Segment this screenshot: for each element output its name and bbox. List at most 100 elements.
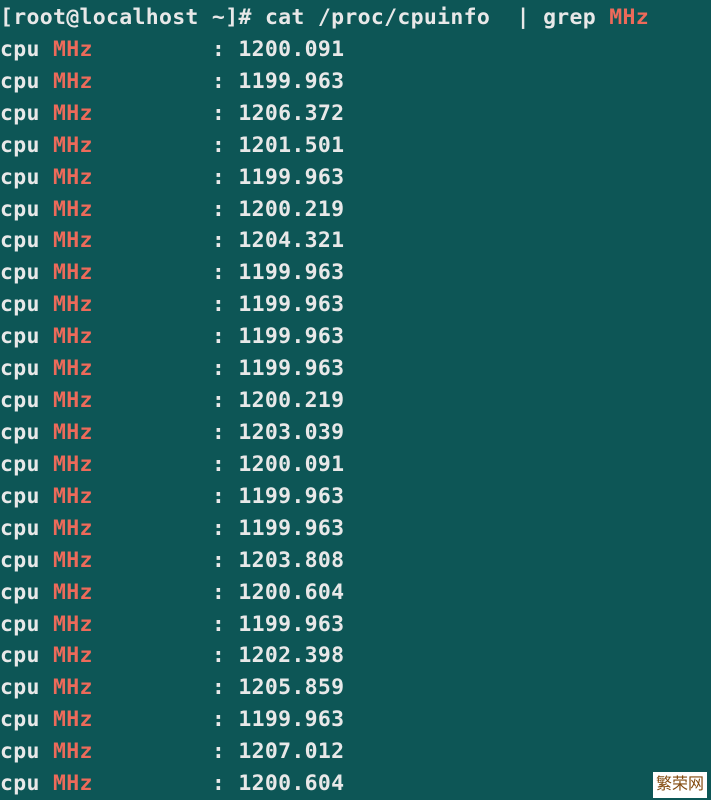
mhz-label: MHz [53, 739, 93, 764]
field-label: cpu [0, 165, 53, 190]
output-row: cpu MHz : 1199.963 [0, 257, 711, 289]
separator: : [93, 133, 239, 158]
watermark: 繁荣网 [653, 772, 707, 798]
separator: : [93, 580, 239, 605]
field-label: cpu [0, 452, 53, 477]
frequency-value: 1203.039 [238, 420, 344, 445]
frequency-value: 1200.604 [238, 771, 344, 796]
separator: : [93, 101, 239, 126]
output-row: cpu MHz : 1204.321 [0, 225, 711, 257]
prompt-host: localhost [79, 5, 198, 30]
separator: : [93, 356, 239, 381]
separator: : [93, 643, 239, 668]
mhz-label: MHz [53, 260, 93, 285]
separator: : [93, 165, 239, 190]
separator: : [93, 388, 239, 413]
mhz-label: MHz [53, 197, 93, 222]
output-row: cpu MHz : 1203.808 [0, 545, 711, 577]
output-row: cpu MHz : 1205.859 [0, 672, 711, 704]
frequency-value: 1199.963 [238, 516, 344, 541]
frequency-value: 1199.963 [238, 165, 344, 190]
mhz-label: MHz [53, 165, 93, 190]
frequency-value: 1199.963 [238, 707, 344, 732]
frequency-value: 1200.604 [238, 580, 344, 605]
output-row: cpu MHz : 1200.219 [0, 385, 711, 417]
separator: : [93, 771, 239, 796]
output-row: cpu MHz : 1199.963 [0, 481, 711, 513]
separator: : [93, 292, 239, 317]
mhz-label: MHz [53, 580, 93, 605]
separator: : [93, 228, 239, 253]
mhz-label: MHz [53, 516, 93, 541]
field-label: cpu [0, 420, 53, 445]
field-label: cpu [0, 580, 53, 605]
field-label: cpu [0, 69, 53, 94]
field-label: cpu [0, 101, 53, 126]
frequency-value: 1199.963 [238, 612, 344, 637]
prompt-user: root [13, 5, 66, 30]
command-text: cat /proc/cpuinfo | grep [265, 5, 609, 30]
output-row: cpu MHz : 1206.372 [0, 98, 711, 130]
field-label: cpu [0, 739, 53, 764]
output-row: cpu MHz : 1199.963 [0, 609, 711, 641]
field-label: cpu [0, 612, 53, 637]
output-row: cpu MHz : 1200.219 [0, 194, 711, 226]
separator: : [93, 197, 239, 222]
separator: : [93, 675, 239, 700]
mhz-label: MHz [53, 133, 93, 158]
mhz-label: MHz [53, 771, 93, 796]
frequency-value: 1199.963 [238, 324, 344, 349]
field-label: cpu [0, 197, 53, 222]
command-prompt-line: [root@localhost ~]# cat /proc/cpuinfo | … [0, 2, 711, 34]
separator: : [93, 324, 239, 349]
mhz-label: MHz [53, 101, 93, 126]
output-row: cpu MHz : 1199.963 [0, 513, 711, 545]
mhz-label: MHz [53, 452, 93, 477]
frequency-value: 1200.219 [238, 197, 344, 222]
frequency-value: 1202.398 [238, 643, 344, 668]
output-row: cpu MHz : 1203.039 [0, 417, 711, 449]
frequency-value: 1199.963 [238, 260, 344, 285]
separator: : [93, 420, 239, 445]
field-label: cpu [0, 707, 53, 732]
field-label: cpu [0, 516, 53, 541]
output-row: cpu MHz : 1199.963 [0, 321, 711, 353]
prompt-close-bracket: ] [225, 5, 238, 30]
frequency-value: 1205.859 [238, 675, 344, 700]
output-row: cpu MHz : 1201.501 [0, 130, 711, 162]
output-rows: cpu MHz : 1200.091cpu MHz : 1199.963cpu … [0, 34, 711, 800]
prompt-at: @ [66, 5, 79, 30]
frequency-value: 1200.219 [238, 388, 344, 413]
separator: : [93, 260, 239, 285]
mhz-label: MHz [53, 388, 93, 413]
field-label: cpu [0, 37, 53, 62]
output-row: cpu MHz : 1199.963 [0, 353, 711, 385]
field-label: cpu [0, 771, 53, 796]
field-label: cpu [0, 484, 53, 509]
frequency-value: 1206.372 [238, 101, 344, 126]
frequency-value: 1200.091 [238, 37, 344, 62]
output-row: cpu MHz : 1200.604 [0, 577, 711, 609]
frequency-value: 1199.963 [238, 69, 344, 94]
separator: : [93, 37, 239, 62]
frequency-value: 1201.501 [238, 133, 344, 158]
prompt-open-bracket: [ [0, 5, 13, 30]
field-label: cpu [0, 548, 53, 573]
separator: : [93, 612, 239, 637]
output-row: cpu MHz : 1199.963 [0, 162, 711, 194]
field-label: cpu [0, 228, 53, 253]
frequency-value: 1200.091 [238, 452, 344, 477]
mhz-label: MHz [53, 324, 93, 349]
frequency-value: 1199.963 [238, 356, 344, 381]
field-label: cpu [0, 643, 53, 668]
separator: : [93, 452, 239, 477]
mhz-label: MHz [53, 643, 93, 668]
mhz-label: MHz [53, 292, 93, 317]
output-row: cpu MHz : 1200.604 [0, 768, 711, 800]
terminal-output[interactable]: [root@localhost ~]# cat /proc/cpuinfo | … [0, 2, 711, 800]
separator: : [93, 69, 239, 94]
field-label: cpu [0, 324, 53, 349]
mhz-label: MHz [53, 612, 93, 637]
field-label: cpu [0, 388, 53, 413]
mhz-label: MHz [53, 37, 93, 62]
